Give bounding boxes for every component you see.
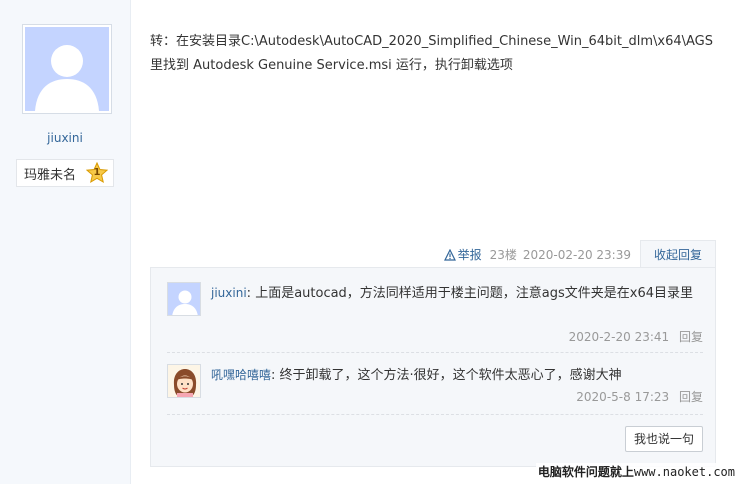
rank-title: 玛雅未名 [24,167,77,183]
add-comment-button[interactable]: 我也说一句 [625,426,703,452]
post-content: 转：在安装目录C:\Autodesk\AutoCAD_2020_Simplifi… [150,30,730,78]
reply-separator: : [246,286,252,301]
author-sidebar: jiuxini 玛雅未名 1 [0,0,131,484]
default-user-icon [25,27,109,111]
post-meta: 举报 23楼 2020-02-20 23:39 [443,246,631,263]
list-item: 吼嘿哈嘻嘻: 终于卸载了，这个方法·很好，这个软件太恶心了，感谢大神 2020-… [167,364,703,415]
rank-star-icon: 1 [86,162,109,184]
list-item: jiuxini: 上面是autocad，方法同样适用于楼主问题，注意ags文件夹… [167,282,703,353]
post-time: 2020-02-20 23:39 [522,247,631,262]
reply-text: jiuxini: 上面是autocad，方法同样适用于楼主问题，注意ags文件夹… [211,282,703,305]
reply-button[interactable]: 回复 [679,330,703,344]
reply-time: 2020-2-20 23:41 [568,330,670,344]
reply-time: 2020-5-8 17:23 [576,390,670,404]
reply-username[interactable]: jiuxini [211,286,247,300]
reply-content: 终于卸载了，这个方法·很好，这个软件太恶心了，感谢大神 [279,368,622,383]
reply-footer: 2020-5-8 17:23 回复 [576,388,703,405]
reply-avatar[interactable] [167,364,201,398]
cartoon-girl-icon [168,365,200,397]
reply-avatar[interactable] [167,282,201,316]
collapse-replies-button[interactable]: 收起回复 [640,240,716,268]
reply-list: jiuxini: 上面是autocad，方法同样适用于楼主问题，注意ags文件夹… [150,267,716,467]
reply-content: 上面是autocad，方法同样适用于楼主问题，注意ags文件夹是在x64目录里 [255,286,694,301]
report-label[interactable]: 举报 [458,246,482,263]
post-line-2: 里找到 Autodesk Genuine Service.msi 运行，执行卸载… [150,58,513,73]
rank-level: 1 [93,167,101,178]
rank-badge: 玛雅未名 1 [16,159,114,187]
author-username[interactable]: jiuxini [0,131,130,145]
author-avatar[interactable] [22,24,112,114]
reply-username[interactable]: 吼嘿哈嘻嘻 [211,368,271,382]
reply-footer: 2020-2-20 23:41 回复 [569,328,703,345]
reply-text: 吼嘿哈嘻嘻: 终于卸载了，这个方法·很好，这个软件太恶心了，感谢大神 [211,364,703,387]
report-link[interactable]: 举报 [443,246,482,263]
watermark-url: www.naoket.com [633,465,735,479]
reply-separator: : [271,368,276,383]
site-watermark: 电脑软件问题就上www.naoket.com [535,463,737,480]
post-line-1: 转：在安装目录C:\Autodesk\AutoCAD_2020_Simplifi… [150,34,714,49]
reply-button[interactable]: 回复 [679,390,703,404]
warning-icon [443,248,456,261]
floor-number: 23楼 [489,248,517,262]
watermark-text: 电脑软件问题就上 [537,465,634,479]
default-user-icon [168,283,200,315]
